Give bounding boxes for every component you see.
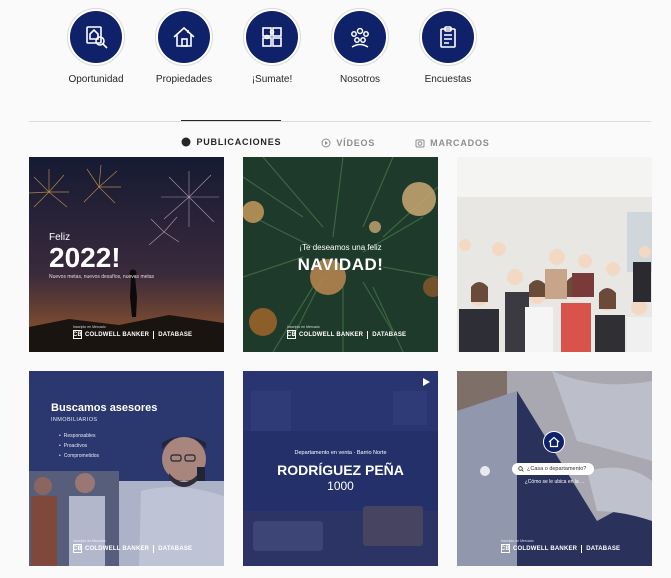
brand-office: DATABASE <box>158 545 193 552</box>
brand-name: COLDWELL BANKER <box>513 545 578 552</box>
list-item: Proactivos <box>59 441 99 451</box>
post-christmas[interactable]: ¡Te deseamos una feliz NAVIDAD! Inscript… <box>243 157 438 352</box>
brand-logo: CB COLDWELL BANKER DATABASE <box>73 330 192 339</box>
search-text: ¿Casa o departamento? <box>527 466 587 472</box>
highlight-nosotros[interactable]: Nosotros <box>316 8 404 85</box>
brand-office: DATABASE <box>158 331 193 338</box>
list-item: Comprometidos <box>59 451 99 461</box>
brand-separator <box>153 544 155 553</box>
house-icon <box>548 436 560 448</box>
cb-logo-icon: CB <box>72 544 83 553</box>
brand-logo: CB COLDWELL BANKER DATABASE <box>73 544 192 553</box>
brand-tag: Inscripto en Mercado <box>287 325 320 329</box>
brand-logo: CB COLDWELL BANKER DATABASE <box>287 330 406 339</box>
brand-office: DATABASE <box>372 331 407 338</box>
tab-videos[interactable]: VÍDEOS <box>321 121 375 151</box>
posts-grid: Feliz 2022! Nuevos metas, nuevos desafío… <box>29 157 652 566</box>
post-hiring[interactable]: Buscamos asesores INMOBILIARIOS Responsa… <box>29 371 224 566</box>
brand-tag: Inscripto en Mercado <box>73 539 106 543</box>
video-icon <box>321 138 331 147</box>
post-text-sub: INMOBILIARIOS <box>51 417 98 423</box>
highlight-propiedades[interactable]: Propiedades <box>140 8 228 85</box>
house-icon <box>173 26 195 47</box>
tab-tagged-label: MARCADOS <box>430 137 490 148</box>
house-search-icon <box>86 26 108 49</box>
cb-logo-icon: CB <box>500 544 511 553</box>
list-item: Responsables <box>59 431 99 441</box>
brand-tag: Inscripto en Mercado <box>501 539 534 543</box>
post-new-year[interactable]: Feliz 2022! Nuevos metas, nuevos desafío… <box>29 157 224 352</box>
brand-separator <box>581 544 583 553</box>
search-icon <box>518 466 524 472</box>
cb-logo-icon: CB <box>72 330 83 339</box>
tab-posts-label: PUBLICACIONES <box>196 137 282 147</box>
post-apartment-sale[interactable]: Departamento en venta · Barrio Norte ROD… <box>243 371 438 566</box>
post-text-number: 1000 <box>327 479 354 493</box>
brand-name: COLDWELL BANKER <box>299 331 364 338</box>
clipboard-icon <box>440 26 456 48</box>
post-text-big: RODRÍGUEZ PEÑA <box>277 462 404 478</box>
highlight-label: ¡Sumate! <box>251 74 293 85</box>
highlight-label: Nosotros <box>339 74 380 85</box>
post-text-big: NAVIDAD! <box>297 255 384 274</box>
highlight-label: Propiedades <box>155 74 213 85</box>
brand-office: DATABASE <box>586 545 621 552</box>
post-text-small: ¡Te deseamos una feliz <box>299 243 382 252</box>
post-text-title: Buscamos asesores <box>51 402 158 414</box>
brand-logo: CB COLDWELL BANKER DATABASE <box>501 544 620 553</box>
story-highlights: Oportunidad Propiedades ¡Sumate! Nosotro… <box>52 8 492 85</box>
post-text-sub: Nuevos metas, nuevos desafíos, nuevas me… <box>49 274 155 280</box>
hiring-image <box>29 371 224 566</box>
grid-icon <box>181 137 191 147</box>
post-caption: ¿Cómo se le ubica en la ... <box>524 479 585 485</box>
brand-separator <box>153 330 155 339</box>
reel-play-icon <box>423 378 430 386</box>
highlight-label: Encuestas <box>424 74 472 85</box>
cb-logo-icon: CB <box>286 330 297 339</box>
post-home-search[interactable]: ¿Casa o departamento? ¿Cómo se le ubica … <box>457 371 652 566</box>
team-icon <box>351 27 369 48</box>
post-text-list: Responsables Proactivos Comprometidos <box>59 431 99 461</box>
highlight-oportunidad[interactable]: Oportunidad <box>52 8 140 85</box>
home-badge <box>543 431 565 453</box>
team-photo-image <box>457 157 652 352</box>
highlight-label: Oportunidad <box>68 74 124 85</box>
post-text-small: Departamento en venta · Barrio Norte <box>294 450 387 456</box>
post-team-photo[interactable] <box>457 157 652 352</box>
tag-icon <box>415 139 425 147</box>
brand-separator <box>367 330 369 339</box>
search-bar-graphic: ¿Casa o departamento? <box>512 463 594 475</box>
tab-posts[interactable]: PUBLICACIONES <box>181 120 282 150</box>
tab-videos-label: VÍDEOS <box>336 137 376 148</box>
brand-name: COLDWELL BANKER <box>85 331 150 338</box>
highlight-encuestas[interactable]: Encuestas <box>404 8 492 85</box>
profile-tabs: PUBLICACIONES VÍDEOS MARCADOS <box>0 120 671 151</box>
brand-name: COLDWELL BANKER <box>85 545 150 552</box>
puzzle-icon <box>262 27 282 47</box>
post-text-year: 2022! <box>49 242 121 273</box>
brand-tag: Inscripto en Mercado <box>73 325 106 329</box>
tab-tagged[interactable]: MARCADOS <box>415 121 489 151</box>
highlight-sumate[interactable]: ¡Sumate! <box>228 8 316 85</box>
